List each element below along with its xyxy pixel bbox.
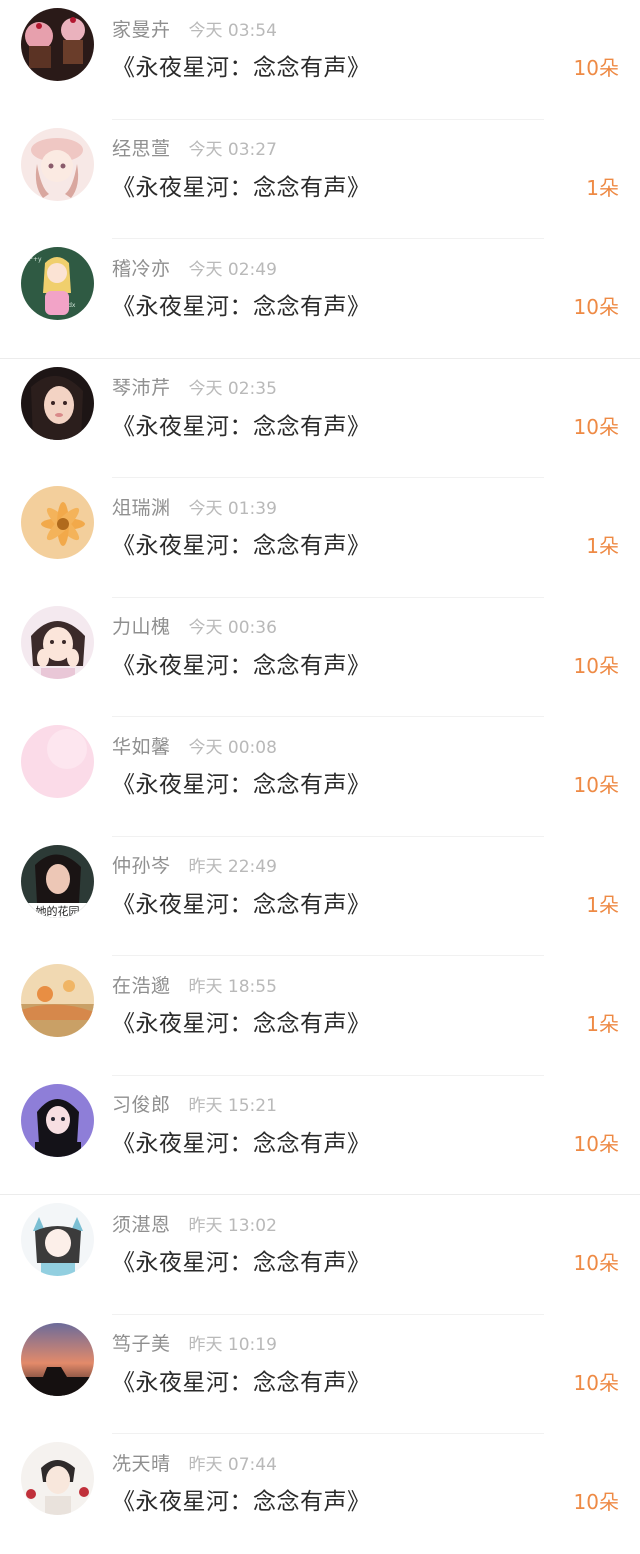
- anime-girl-avatar[interactable]: [21, 127, 94, 201]
- row-meta: 琴沛芹 今天 02:35: [112, 373, 277, 401]
- gift-count: 10朵: [573, 653, 619, 678]
- work-title: 《永夜星河：念念有声》: [112, 55, 371, 81]
- gift-count: 10朵: [573, 773, 619, 797]
- cat-ear-girl-avatar[interactable]: [21, 1203, 94, 1276]
- row-meta: 力山槐 今天 00:36: [112, 612, 277, 640]
- work-title: 《永夜星河：念念有声》: [112, 413, 371, 440]
- work-title: 《永夜星河：念念有声》: [112, 1011, 371, 1037]
- photo-girl-avatar[interactable]: 她的花园: [21, 844, 94, 918]
- work-title: 《永夜星河：念念有声》: [112, 1250, 371, 1276]
- user-name[interactable]: 习俊郎: [112, 1090, 171, 1117]
- gift-time: 今天 01:39: [188, 498, 277, 519]
- gift-count: 10朵: [573, 1131, 619, 1156]
- sunset-avatar[interactable]: [21, 1322, 94, 1396]
- gift-count: 10朵: [573, 1490, 619, 1514]
- gift-row[interactable]: 琴沛芹 今天 02:35 《永夜星河：念念有声》 10朵: [0, 359, 640, 478]
- pink-avatar[interactable]: [21, 725, 94, 798]
- user-name[interactable]: 须湛恩: [112, 1210, 171, 1237]
- work-title: 《永夜星河：念念有声》: [112, 772, 371, 798]
- user-name[interactable]: 家曼卉: [112, 15, 171, 42]
- gift-row[interactable]: 经思萱 今天 03:27 《永夜星河：念念有声》 1朵: [0, 120, 640, 239]
- work-title: 《永夜星河：念念有声》: [112, 533, 371, 559]
- gift-time: 今天 00:36: [188, 618, 277, 638]
- gift-count: 1朵: [586, 1012, 619, 1036]
- gift-time: 昨天 13:02: [188, 1215, 277, 1236]
- row-meta: 笃子美 昨天 10:19: [112, 1329, 277, 1357]
- gift-row[interactable]: x²+y ∫dx 稽冷亦 今天 02:49 《永夜星河：念念有声》 10朵: [0, 239, 640, 359]
- user-name[interactable]: 稽冷亦: [112, 254, 171, 281]
- gift-time: 今天 02:49: [188, 259, 277, 280]
- gift-list: 家曼卉 今天 03:54 《永夜星河：念念有声》 10朵 经思萱 今天 03:2…: [0, 0, 640, 1554]
- flower-avatar[interactable]: [21, 486, 94, 559]
- gift-row[interactable]: 家曼卉 今天 03:54 《永夜星河：念念有声》 10朵: [0, 0, 640, 120]
- gift-count: 10朵: [573, 56, 619, 80]
- gift-row[interactable]: 在浩邈 昨天 18:55 《永夜星河：念念有声》 1朵: [0, 956, 640, 1076]
- meadow-avatar[interactable]: [21, 964, 94, 1037]
- gift-count: 10朵: [573, 414, 619, 439]
- work-title: 《永夜星河：念念有声》: [112, 1369, 371, 1396]
- row-meta: 在浩邈 昨天 18:55: [112, 970, 277, 998]
- gift-count: 10朵: [573, 1370, 619, 1395]
- svg-text:她的花园: 她的花园: [36, 904, 80, 918]
- user-name[interactable]: 笃子美: [112, 1329, 171, 1356]
- gift-time: 昨天 18:55: [188, 976, 277, 997]
- user-name[interactable]: 华如馨: [112, 732, 171, 759]
- gift-count: 10朵: [573, 1251, 619, 1275]
- gift-row[interactable]: 须湛恩 昨天 13:02 《永夜星河：念念有声》 10朵: [0, 1195, 640, 1315]
- cartoon-girl-avatar[interactable]: [21, 605, 94, 679]
- gift-count: 10朵: [573, 295, 619, 319]
- user-name[interactable]: 俎瑞渊: [112, 493, 171, 520]
- user-name[interactable]: 琴沛芹: [112, 373, 171, 400]
- row-meta: 习俊郎 昨天 15:21: [112, 1090, 277, 1118]
- row-meta: 冼天晴 昨天 07:44: [112, 1448, 277, 1476]
- chalkboard-girl-avatar[interactable]: x²+y ∫dx: [21, 247, 94, 320]
- gift-row[interactable]: 笃子美 昨天 10:19 《永夜星河：念念有声》 10朵: [0, 1315, 640, 1434]
- gift-time: 今天 03:54: [188, 20, 277, 41]
- user-name[interactable]: 冼天晴: [112, 1449, 171, 1476]
- gift-time: 昨天 15:21: [188, 1096, 277, 1116]
- row-meta: 经思萱 今天 03:27: [112, 134, 277, 162]
- work-title: 《永夜星河：念念有声》: [112, 294, 371, 320]
- gift-time: 今天 02:35: [188, 379, 277, 399]
- gift-count: 1朵: [586, 534, 619, 558]
- gift-count: 1朵: [586, 175, 619, 200]
- user-name[interactable]: 经思萱: [112, 134, 171, 161]
- user-name[interactable]: 仲孙岑: [112, 851, 171, 878]
- row-meta: 华如馨 今天 00:08: [112, 731, 277, 759]
- row-meta: 须湛恩 昨天 13:02: [112, 1209, 277, 1237]
- gift-time: 今天 03:27: [188, 140, 277, 160]
- row-meta: 仲孙岑 昨天 22:49: [112, 851, 277, 879]
- gift-row[interactable]: 冼天晴 昨天 07:44 《永夜星河：念念有声》 10朵: [0, 1434, 640, 1554]
- portrait-avatar[interactable]: [21, 366, 94, 440]
- gift-row[interactable]: 习俊郎 昨天 15:21 《永夜星河：念念有声》 10朵: [0, 1076, 640, 1195]
- gift-row[interactable]: 力山槐 今天 00:36 《永夜星河：念念有声》 10朵: [0, 598, 640, 717]
- work-title: 《永夜星河：念念有声》: [112, 891, 371, 918]
- gift-count: 1朵: [586, 892, 619, 917]
- boy-roses-avatar[interactable]: [21, 1442, 94, 1515]
- gift-row[interactable]: 华如馨 今天 00:08 《永夜星河：念念有声》 10朵: [0, 717, 640, 837]
- purple-girl-avatar[interactable]: [21, 1083, 94, 1157]
- svg-text:x²+y: x²+y: [27, 256, 42, 263]
- work-title: 《永夜星河：念念有声》: [112, 652, 371, 679]
- work-title: 《永夜星河：念念有声》: [112, 1130, 371, 1157]
- gift-time: 今天 00:08: [188, 737, 277, 758]
- work-title: 《永夜星河：念念有声》: [112, 174, 371, 201]
- gift-row[interactable]: 俎瑞渊 今天 01:39 《永夜星河：念念有声》 1朵: [0, 478, 640, 598]
- row-meta: 稽冷亦 今天 02:49: [112, 253, 277, 281]
- user-name[interactable]: 力山槐: [112, 612, 171, 639]
- row-meta: 家曼卉 今天 03:54: [112, 14, 277, 42]
- gift-time: 昨天 22:49: [188, 857, 277, 877]
- cupcake-avatar[interactable]: [21, 8, 94, 81]
- gift-time: 昨天 10:19: [188, 1335, 277, 1355]
- work-title: 《永夜星河：念念有声》: [112, 1489, 371, 1515]
- row-meta: 俎瑞渊 今天 01:39: [112, 492, 277, 520]
- gift-row[interactable]: 她的花园 仲孙岑 昨天 22:49 《永夜星河：念念有声》 1朵: [0, 837, 640, 956]
- user-name[interactable]: 在浩邈: [112, 971, 171, 998]
- gift-time: 昨天 07:44: [188, 1454, 277, 1475]
